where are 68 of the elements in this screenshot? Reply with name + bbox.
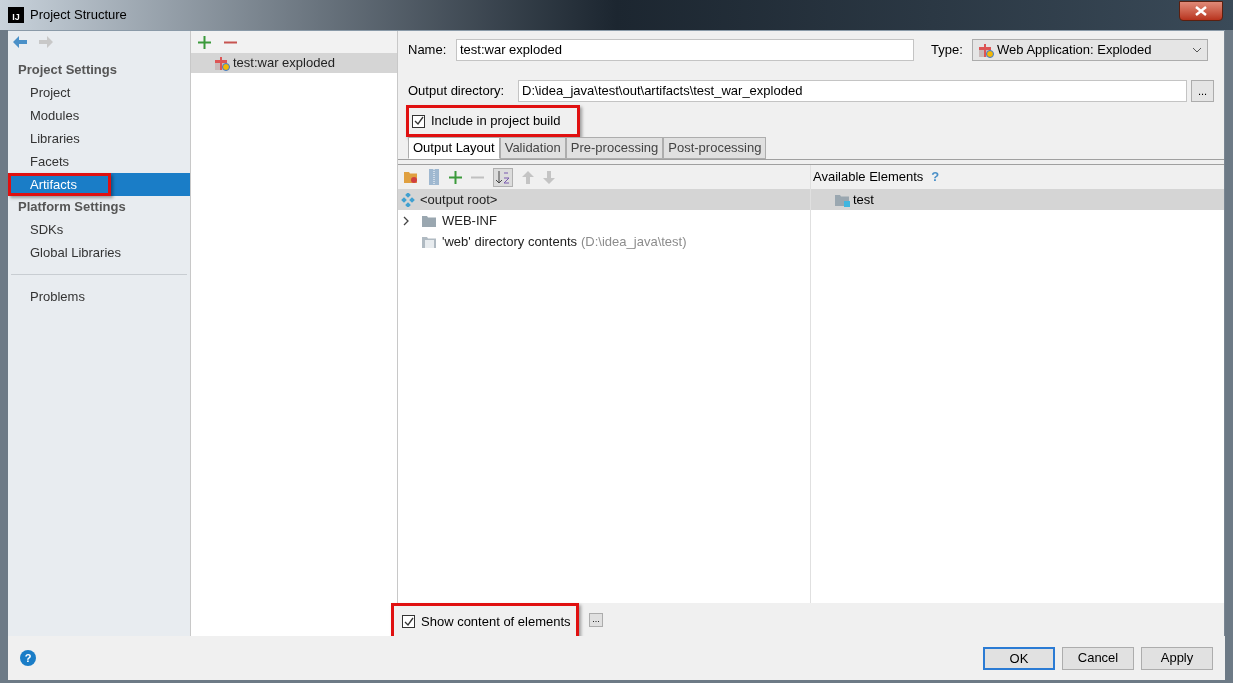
tree-row[interactable]: <output root>: [398, 189, 810, 210]
tree-label: <output root>: [420, 190, 498, 209]
sidebar-item[interactable]: Libraries: [8, 127, 190, 150]
close-icon: [1195, 6, 1207, 16]
more-button[interactable]: ...: [589, 612, 603, 627]
type-dropdown[interactable]: Web Application: Exploded: [972, 39, 1208, 61]
type-label: Type:: [931, 41, 964, 60]
new-folder-icon[interactable]: [403, 170, 419, 184]
close-button[interactable]: [1179, 1, 1223, 21]
tab[interactable]: Post-processing: [663, 137, 767, 159]
window-title: Project Structure: [30, 6, 127, 25]
archive-icon[interactable]: [428, 169, 440, 185]
diamond-icon: [401, 192, 415, 207]
section-heading: Platform Settings: [17, 198, 127, 217]
sidebar-label: Problems: [30, 287, 85, 306]
available-item[interactable]: test: [811, 189, 1224, 210]
available-label: test: [853, 190, 874, 209]
panel-title: Available Elements: [813, 168, 924, 187]
gift-icon: [214, 55, 230, 71]
sidebar-label: Modules: [30, 106, 80, 125]
sidebar-item[interactable]: SDKs: [8, 218, 190, 241]
checkbox-label: Include in project build: [431, 112, 561, 131]
tab[interactable]: Validation: [499, 137, 566, 159]
tree-row[interactable]: WEB-INF: [398, 210, 810, 231]
name-field[interactable]: test:war exploded: [456, 39, 914, 61]
sidebar-item[interactable]: Modules: [8, 104, 190, 127]
checkbox[interactable]: [412, 114, 425, 128]
tab[interactable]: Pre-processing: [565, 137, 664, 159]
sidebar-label: Facets: [30, 152, 69, 171]
sort-icon[interactable]: [493, 167, 513, 187]
tree-label: 'web' directory contents: [442, 232, 578, 251]
dialog-button[interactable]: Apply: [1141, 646, 1213, 670]
add-icon[interactable]: [198, 35, 211, 49]
output-directory-field[interactable]: D:\idea_java\test\out\artifacts\test_war_exploded: [518, 80, 1187, 102]
dialog-button[interactable]: Cancel: [1062, 646, 1134, 670]
output-directory-label: Output directory:: [408, 82, 506, 101]
app-logo: IJ: [8, 7, 24, 23]
sidebar-item[interactable]: Problems: [8, 285, 190, 308]
sidebar-label: Global Libraries: [30, 243, 122, 262]
checkbox-label: Show content of elements: [421, 612, 571, 631]
folder-icon: [421, 213, 437, 228]
folder-icon: [421, 234, 437, 249]
help-button[interactable]: ?: [20, 650, 36, 666]
sidebar-label: Libraries: [30, 129, 80, 148]
type-value: Web Application: Exploded: [997, 41, 1153, 60]
gift-icon: [978, 42, 994, 58]
name-label: Name:: [408, 41, 448, 60]
browse-button[interactable]: ...: [1191, 80, 1214, 102]
back-arrow-icon[interactable]: [13, 36, 27, 48]
tree-label: WEB-INF: [442, 211, 497, 230]
artifact-item[interactable]: test:war exploded: [191, 53, 397, 73]
tree-row[interactable]: 'web' directory contents (D:\idea_java\test): [398, 231, 810, 252]
dialog-button[interactable]: OK: [983, 646, 1055, 670]
sidebar-item[interactable]: Artifacts: [8, 173, 190, 196]
sidebar-label: SDKs: [30, 220, 64, 239]
chevron-down-icon: [1192, 47, 1202, 53]
add-dropdown-icon[interactable]: [449, 170, 462, 184]
sidebar-label: Artifacts: [30, 175, 77, 194]
tab[interactable]: Output Layout: [408, 137, 500, 159]
folder-icon: [834, 192, 850, 207]
artifact-label: test:war exploded: [233, 54, 335, 73]
sidebar-item[interactable]: Facets: [8, 150, 190, 173]
tree-detail: (D:\idea_java\test): [581, 232, 687, 251]
section-heading: Project Settings: [17, 61, 118, 80]
sidebar-item[interactable]: Global Libraries: [8, 241, 190, 264]
sidebar-item[interactable]: Project: [8, 81, 190, 104]
sidebar-label: Project: [30, 83, 71, 102]
checkbox[interactable]: [402, 615, 415, 628]
